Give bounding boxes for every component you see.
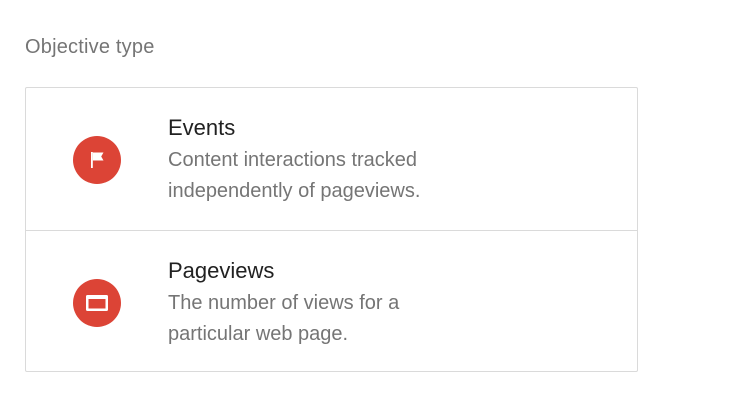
objective-type-label: Objective type (25, 36, 155, 58)
browser-window-icon (73, 279, 121, 327)
option-events-text: Events Content interactions tracked inde… (168, 114, 608, 207)
option-events[interactable]: Events Content interactions tracked inde… (26, 88, 637, 230)
option-pageviews-text: Pageviews The number of views for a part… (168, 257, 608, 350)
objective-type-options: Events Content interactions tracked inde… (25, 87, 638, 372)
option-title: Pageviews (168, 258, 275, 283)
option-pageviews[interactable]: Pageviews The number of views for a part… (26, 230, 637, 372)
option-title: Events (168, 115, 236, 140)
flag-icon (73, 136, 121, 184)
option-description: Content interactions tracked independent… (168, 149, 421, 202)
option-description: The number of views for a particular web… (168, 292, 400, 345)
